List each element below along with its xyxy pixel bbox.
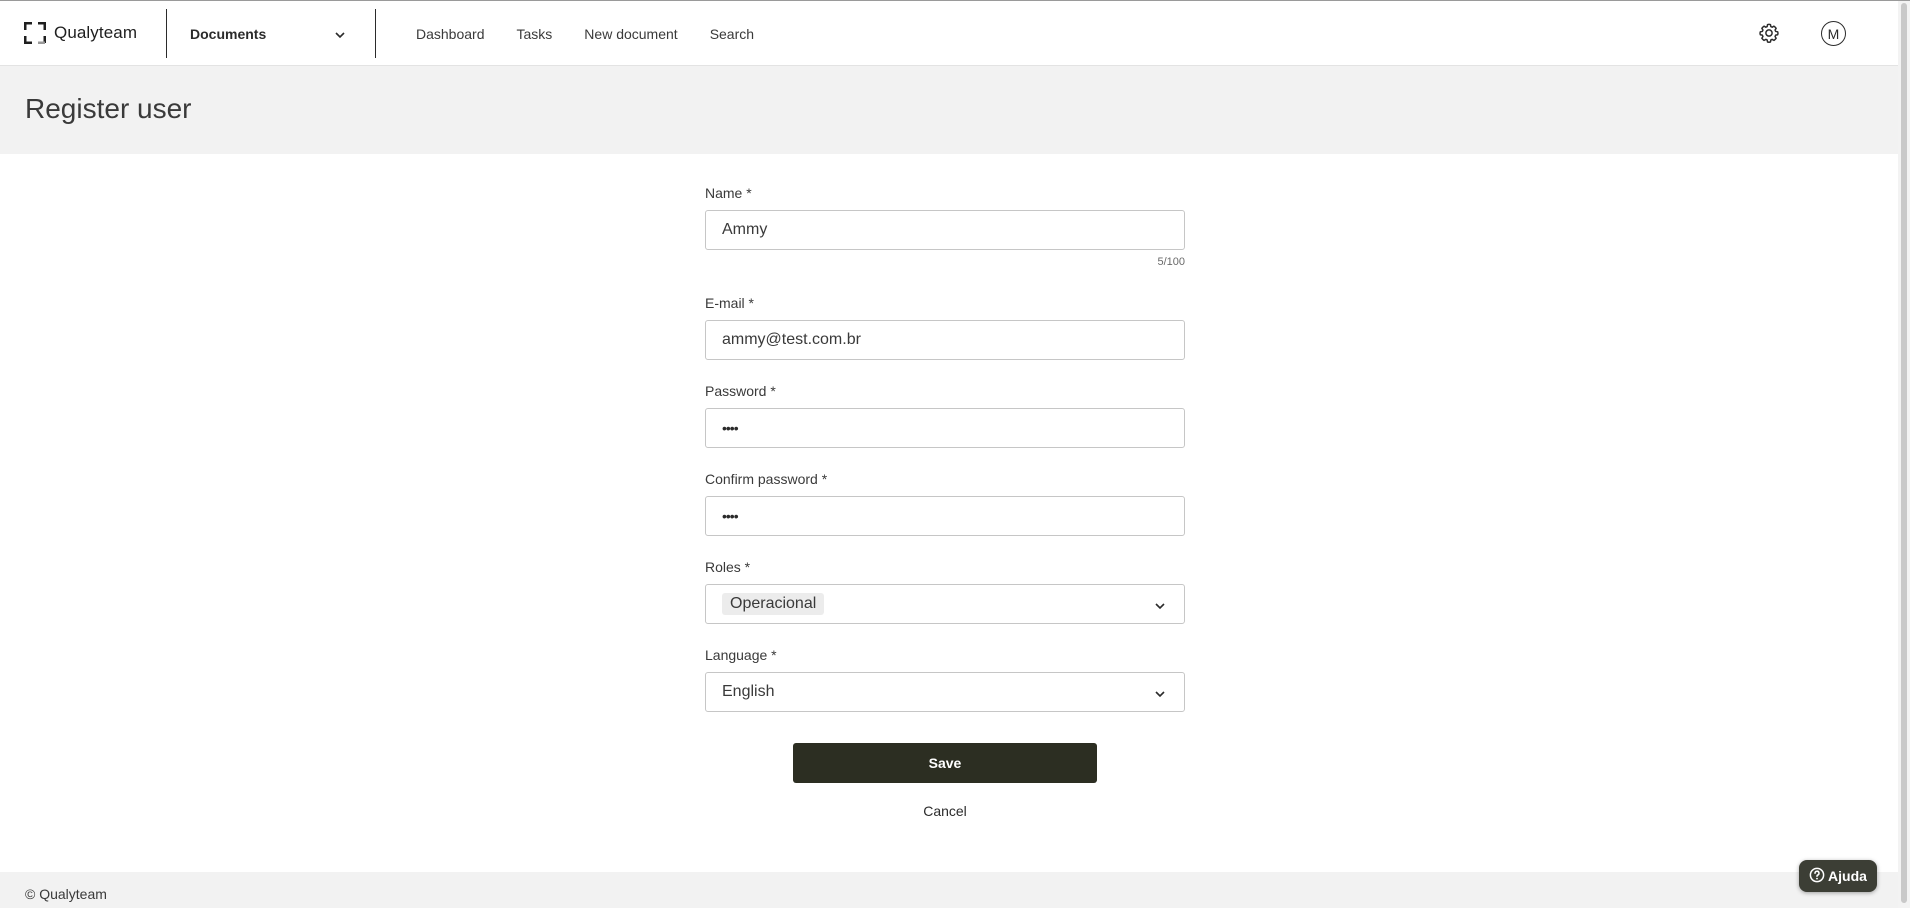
nav-search[interactable]: Search bbox=[710, 26, 754, 42]
name-char-counter: 5/100 bbox=[1157, 256, 1185, 268]
confirm-password-field[interactable]: •••• bbox=[705, 496, 1185, 536]
language-label: Language * bbox=[705, 647, 777, 663]
gear-icon[interactable] bbox=[1758, 22, 1780, 44]
page-title-band: Register user bbox=[0, 66, 1898, 154]
page-footer: © Qualyteam bbox=[0, 872, 1898, 908]
chevron-down-icon bbox=[1154, 687, 1166, 705]
password-field[interactable]: •••• bbox=[705, 408, 1185, 448]
email-input[interactable] bbox=[722, 331, 1162, 349]
scrollbar-thumb[interactable] bbox=[1901, 3, 1907, 903]
email-field[interactable] bbox=[705, 320, 1185, 360]
vertical-scrollbar[interactable] bbox=[1898, 1, 1910, 908]
app-viewport: Qualyteam Documents Dashboard Tasks New … bbox=[0, 0, 1910, 908]
save-button[interactable]: Save bbox=[793, 743, 1097, 783]
name-field[interactable] bbox=[705, 210, 1185, 250]
language-select[interactable]: English bbox=[705, 672, 1185, 712]
name-input[interactable] bbox=[722, 221, 1162, 239]
roles-label: Roles * bbox=[705, 559, 751, 575]
nav-tasks[interactable]: Tasks bbox=[517, 26, 553, 42]
help-button[interactable]: Ajuda bbox=[1799, 860, 1877, 892]
footer-copyright: © Qualyteam bbox=[25, 886, 107, 902]
module-selector[interactable]: Documents bbox=[167, 9, 375, 58]
chevron-down-icon bbox=[1154, 599, 1166, 617]
nav-new-document[interactable]: New document bbox=[584, 26, 677, 42]
roles-select[interactable]: Operacional bbox=[705, 584, 1185, 624]
qualyteam-logo-icon bbox=[24, 22, 46, 44]
avatar[interactable]: M bbox=[1821, 21, 1846, 46]
nav-dashboard[interactable]: Dashboard bbox=[416, 26, 485, 42]
cancel-button[interactable]: Cancel bbox=[895, 799, 995, 823]
language-selected-value: English bbox=[722, 683, 775, 700]
top-header: Qualyteam Documents Dashboard Tasks New … bbox=[0, 1, 1898, 66]
brand-name: Qualyteam bbox=[54, 23, 138, 42]
name-label: Name * bbox=[705, 185, 752, 201]
brand-logo[interactable]: Qualyteam bbox=[24, 20, 137, 46]
chevron-down-icon bbox=[334, 28, 346, 46]
avatar-initial: M bbox=[1827, 25, 1840, 42]
module-label: Documents bbox=[190, 25, 267, 42]
page-title: Register user bbox=[25, 93, 192, 124]
password-masked-value: •••• bbox=[722, 420, 739, 436]
confirm-password-masked-value: •••• bbox=[722, 508, 739, 524]
help-label: Ajuda bbox=[1828, 868, 1867, 884]
main-nav: Dashboard Tasks New document Search bbox=[416, 1, 786, 66]
role-chip: Operacional bbox=[722, 593, 825, 615]
question-circle-icon bbox=[1809, 867, 1828, 886]
email-label: E-mail * bbox=[705, 295, 755, 311]
password-label: Password * bbox=[705, 383, 776, 399]
confirm-password-label: Confirm password * bbox=[705, 471, 828, 487]
header-divider bbox=[375, 9, 376, 58]
